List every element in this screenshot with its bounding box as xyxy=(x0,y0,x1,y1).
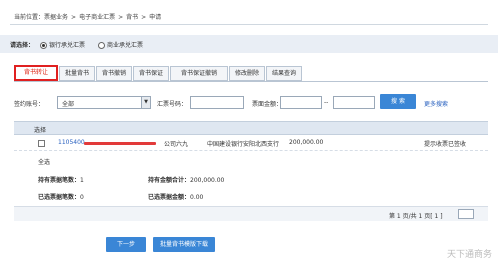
chevron-down-icon[interactable]: ▼ xyxy=(141,97,150,108)
bill-type-label: 请选择： xyxy=(10,42,35,49)
tab-endorse-guarantee[interactable]: 背书保证 xyxy=(133,66,169,81)
selected-amount-value: 0.00 xyxy=(190,194,204,201)
commercial-acceptance-label: 商业承兑汇票 xyxy=(107,42,144,49)
breadcrumb-separator: > xyxy=(118,14,124,21)
hold-amount-value: 200,000.00 xyxy=(190,177,225,184)
radio-unselected-icon[interactable] xyxy=(98,42,105,49)
breadcrumb-prefix: 当前位置： xyxy=(14,14,45,21)
status-cell: 提示收票已签收 xyxy=(424,141,467,148)
selected-count-label: 已选票据笔数： xyxy=(38,194,81,201)
filter-bar: 签约账号： 全部 ▼ 汇票号码： 票面金额： -- 搜 索 更多搜索 xyxy=(0,94,498,112)
selected-count-value: 0 xyxy=(80,194,84,201)
tab-endorse-transfer[interactable]: 背书转让 xyxy=(14,65,58,81)
page-jump-input[interactable] xyxy=(458,209,474,219)
redaction-bar xyxy=(84,142,156,145)
next-button[interactable]: 下一步 xyxy=(106,237,146,252)
amount-max-input[interactable] xyxy=(333,96,375,109)
selected-amount: 已选票据金额：0.00 xyxy=(148,192,203,201)
hold-count-value: 1 xyxy=(80,177,84,184)
breadcrumb-item-apply: 申请 xyxy=(149,14,162,21)
bank-acceptance-label: 银行承兑汇票 xyxy=(49,42,86,49)
tab-underline xyxy=(14,81,488,82)
table-row: 1105400 公司六九 中国建设银行安阳北西支行 200,000.00 提示收… xyxy=(14,136,488,151)
payee-cell: 公司六九 xyxy=(164,141,189,148)
amount-range-separator: -- xyxy=(324,99,329,106)
tab-endorse-revoke[interactable]: 背书撤销 xyxy=(96,66,132,81)
tab-batch-endorse[interactable]: 批量背书 xyxy=(59,66,95,81)
radio-selected-icon[interactable] xyxy=(40,42,47,49)
bill-no-input[interactable] xyxy=(190,96,244,109)
account-select[interactable]: 全部 ▼ xyxy=(57,96,151,109)
more-search-link[interactable]: 更多搜索 xyxy=(424,99,448,108)
tab-result-query[interactable]: 结果查询 xyxy=(266,66,302,81)
bill-no-cell[interactable]: 1105400 xyxy=(58,139,85,146)
bill-no-label: 汇票号码： xyxy=(157,101,188,108)
hold-amount: 持有金额合计：200,000.00 xyxy=(148,175,224,184)
search-button[interactable]: 搜 索 xyxy=(380,94,416,109)
pagination-bar: 第 1 页/共 1 页[ 1 ] xyxy=(14,206,488,221)
tab-modify-delete[interactable]: 修改删除 xyxy=(229,66,265,81)
table-header: 选择 xyxy=(14,121,488,135)
bill-type-bar: 请选择： 银行承兑汇票 商业承兑汇票 xyxy=(0,35,498,53)
breadcrumb-item-ecds[interactable]: 电子商业汇票 xyxy=(79,14,115,21)
amount-label: 票面金额： xyxy=(252,101,283,108)
bank-cell: 中国建设银行安阳北西支行 xyxy=(207,141,280,148)
breadcrumb-separator: > xyxy=(141,14,147,21)
watermark: 天下通商务 xyxy=(446,250,492,260)
hold-count-label: 持有票据笔数： xyxy=(38,177,81,184)
account-label: 签约账号： xyxy=(14,101,45,108)
amount-min-input[interactable] xyxy=(280,96,322,109)
commercial-acceptance-option[interactable]: 商业承兑汇票 xyxy=(98,40,143,49)
account-select-value: 全部 xyxy=(62,101,75,108)
header-divider xyxy=(10,24,488,25)
select-column-header: 选择 xyxy=(34,127,47,134)
selected-amount-label: 已选票据金额： xyxy=(148,194,191,201)
breadcrumb-item-endorse[interactable]: 背书 xyxy=(126,14,138,21)
hold-amount-label: 持有金额合计： xyxy=(148,177,191,184)
amount-cell: 200,000.00 xyxy=(289,139,324,146)
tab-guarantee-revoke[interactable]: 背书保证撤销 xyxy=(170,66,228,81)
breadcrumb: 当前位置：票据业务 > 电子商业汇票 > 背书 > 申请 xyxy=(14,12,161,21)
pagination-text: 第 1 页/共 1 页[ 1 ] xyxy=(389,213,443,220)
bank-acceptance-option[interactable]: 银行承兑汇票 xyxy=(40,40,85,49)
batch-template-download-button[interactable]: 批量背书模版下载 xyxy=(153,237,215,252)
selected-count: 已选票据笔数：0 xyxy=(38,192,84,201)
breadcrumb-item-business[interactable]: 票据业务 xyxy=(44,14,68,21)
select-all-link[interactable]: 全选 xyxy=(38,157,50,166)
breadcrumb-separator: > xyxy=(71,14,77,21)
hold-count: 持有票据笔数：1 xyxy=(38,175,84,184)
row-checkbox[interactable] xyxy=(38,140,45,147)
